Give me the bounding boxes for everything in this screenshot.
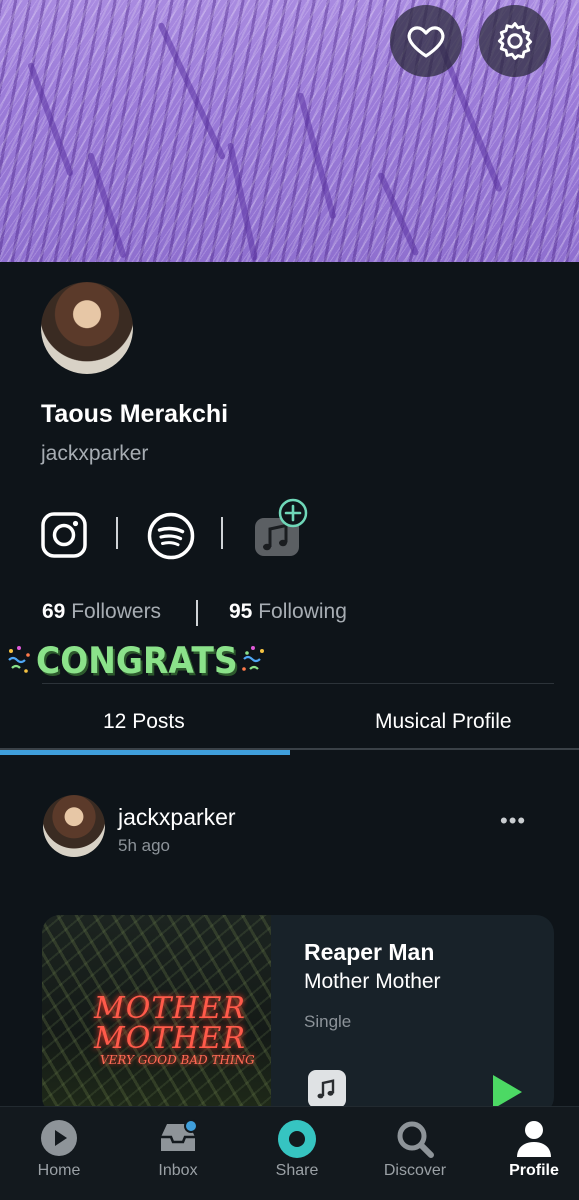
- divider: [221, 517, 223, 549]
- gear-icon: [497, 22, 533, 60]
- post-author-name[interactable]: jackxparker: [118, 804, 236, 831]
- nav-discover-label: Discover: [383, 1162, 447, 1179]
- share-icon: [278, 1120, 316, 1158]
- post-author-avatar[interactable]: [43, 795, 105, 857]
- add-icon: [278, 498, 308, 528]
- open-in-music-button[interactable]: [308, 1070, 346, 1108]
- following-label: Following: [258, 600, 347, 623]
- song-title: Reaper Man: [304, 939, 435, 965]
- following-link[interactable]: 95 Following: [229, 600, 347, 624]
- play-circle-icon: [41, 1120, 77, 1156]
- nav-share-label: Share: [275, 1162, 319, 1179]
- divider: [116, 517, 118, 549]
- music-card[interactable]: MOTHER MOTHER VERY GOOD BAD THING Reaper…: [42, 915, 554, 1115]
- profile-avatar[interactable]: [41, 282, 133, 374]
- heart-icon: [407, 26, 445, 58]
- bottom-navigation: Home Inbox Share Discover Profile: [0, 1106, 579, 1200]
- nav-inbox[interactable]: Inbox: [128, 1107, 228, 1200]
- inbox-icon: [161, 1119, 198, 1151]
- nav-profile-label: Profile: [509, 1162, 559, 1179]
- music-note-icon: [317, 1079, 335, 1099]
- following-count: 95: [229, 600, 253, 623]
- album-art: MOTHER MOTHER VERY GOOD BAD THING: [42, 915, 271, 1115]
- release-type: Single: [304, 1012, 352, 1031]
- nav-discover[interactable]: Discover: [365, 1107, 465, 1200]
- search-icon: [397, 1121, 434, 1158]
- followers-count: 69: [42, 600, 66, 623]
- person-icon: [517, 1121, 551, 1157]
- divider: [42, 683, 554, 684]
- tab-posts[interactable]: 12 Posts: [103, 710, 185, 734]
- nav-home[interactable]: Home: [9, 1107, 109, 1200]
- add-music-service-button[interactable]: [278, 498, 308, 533]
- profile-name: Taous Merakchi: [41, 400, 229, 428]
- profile-handle: jackxparker: [41, 442, 149, 465]
- confetti-icon: [241, 646, 264, 671]
- instagram-link[interactable]: [41, 512, 87, 563]
- nav-inbox-label: Inbox: [158, 1162, 198, 1179]
- album-art-subtitle: VERY GOOD BAD THING: [100, 1053, 255, 1067]
- nav-home-label: Home: [37, 1162, 81, 1179]
- spotify-icon: [147, 512, 195, 560]
- post-timestamp: 5h ago: [118, 836, 170, 855]
- profile-tabs: 12 Posts Musical Profile: [0, 700, 579, 750]
- album-art-text: MOTHER: [94, 1021, 246, 1056]
- congrats-text: CONGRATS: [36, 638, 238, 682]
- favorite-button[interactable]: [390, 5, 462, 77]
- settings-button[interactable]: [479, 5, 551, 77]
- congrats-badge: CONGRATS: [6, 638, 268, 682]
- spotify-link[interactable]: [147, 512, 195, 565]
- tab-musical-profile[interactable]: Musical Profile: [375, 710, 512, 734]
- profile-stats: 69 Followers 95 Following: [42, 600, 347, 626]
- post-more-options-button[interactable]: •••: [500, 808, 526, 834]
- nav-share[interactable]: Share: [247, 1107, 347, 1200]
- followers-link[interactable]: 69 Followers: [42, 600, 161, 623]
- instagram-icon: [41, 512, 87, 558]
- confetti-icon: [8, 646, 30, 673]
- song-artist: Mother Mother: [304, 970, 441, 993]
- divider: [196, 600, 198, 626]
- nav-profile[interactable]: Profile: [484, 1107, 579, 1200]
- followers-label: Followers: [71, 600, 162, 623]
- active-tab-indicator: [0, 750, 290, 755]
